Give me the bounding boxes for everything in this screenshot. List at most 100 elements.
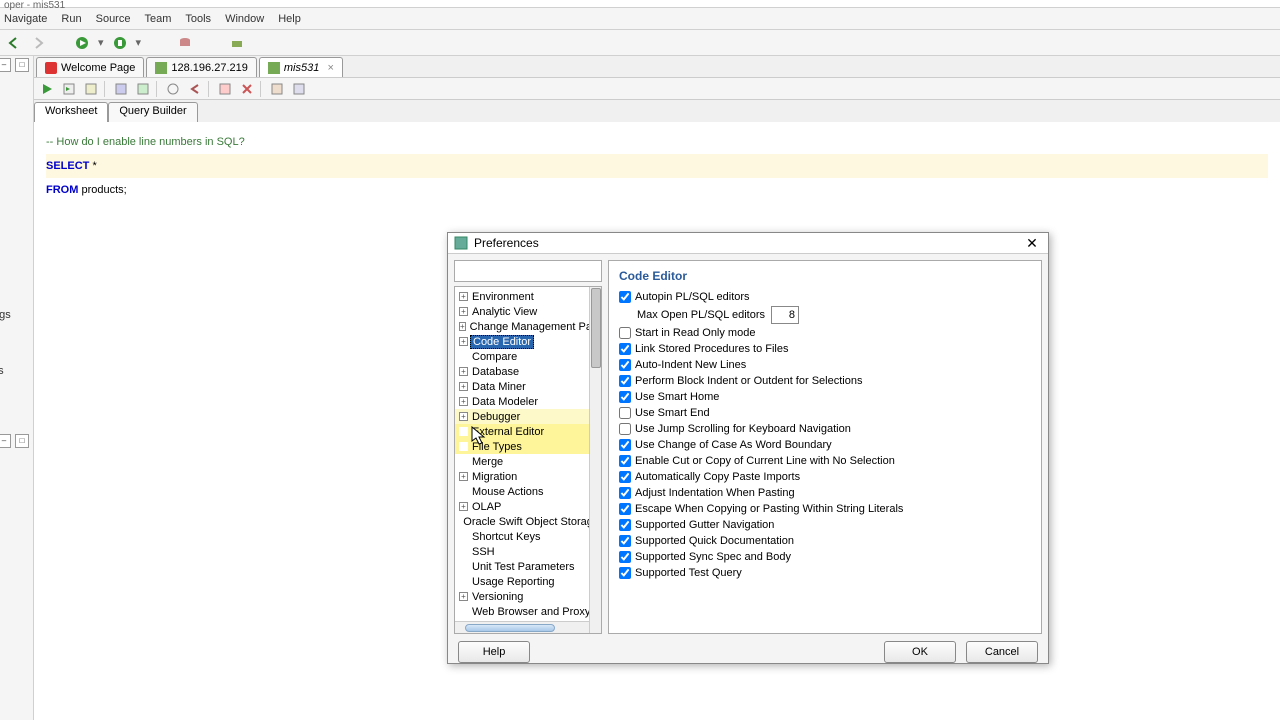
help-button[interactable]: Help — [458, 641, 530, 663]
tree-item-label: File Types — [470, 441, 524, 453]
tree-expand-icon[interactable]: + — [459, 472, 468, 481]
opt-label: Use Change of Case As Word Boundary — [635, 439, 832, 451]
tree-expand-icon — [459, 442, 468, 451]
dialog-buttons: Help OK Cancel — [448, 640, 1048, 663]
cancel-button[interactable]: Cancel — [966, 641, 1038, 663]
prefs-tree-item[interactable]: +Analytic View — [455, 304, 601, 319]
tree-expand-icon — [459, 427, 468, 436]
opt-changecase[interactable] — [619, 439, 631, 451]
prefs-tree-item[interactable]: Merge — [455, 454, 601, 469]
tree-item-label: Database — [470, 366, 521, 378]
prefs-search[interactable] — [454, 260, 602, 282]
tree-item-label: Code Editor — [470, 335, 534, 349]
dialog-titlebar: Preferences ✕ — [448, 233, 1048, 254]
prefs-tree-item[interactable]: External Editor — [455, 424, 601, 439]
opt-label: Use Smart End — [635, 407, 710, 419]
tree-expand-icon[interactable]: + — [459, 502, 468, 511]
opt-quickdoc[interactable] — [619, 535, 631, 547]
tree-expand-icon — [459, 607, 468, 616]
opt-adjustindent[interactable] — [619, 487, 631, 499]
tree-expand-icon[interactable]: + — [459, 367, 468, 376]
dialog-title: Preferences — [474, 236, 1016, 250]
tree-item-label: OLAP — [470, 501, 503, 513]
opt-smarthome[interactable] — [619, 391, 631, 403]
tree-expand-icon — [459, 562, 468, 571]
tree-expand-icon — [459, 547, 468, 556]
dialog-overlay: Preferences ✕ +Environment+Analytic View… — [0, 0, 1280, 720]
prefs-tree-item[interactable]: Web Browser and Proxy — [455, 604, 601, 619]
opt-maxopen-input[interactable] — [771, 306, 799, 324]
tree-expand-icon[interactable]: + — [459, 337, 468, 346]
opt-testquery[interactable] — [619, 567, 631, 579]
prefs-tree-item[interactable]: +Code Editor — [455, 334, 601, 349]
prefs-search-input[interactable] — [459, 265, 601, 277]
prefs-tree: +Environment+Analytic View+Change Manage… — [454, 286, 602, 634]
prefs-icon — [454, 236, 468, 250]
opt-label: Start in Read Only mode — [635, 327, 755, 339]
tree-item-label: External Editor — [470, 426, 546, 438]
tree-expand-icon[interactable]: + — [459, 412, 468, 421]
close-icon[interactable]: ✕ — [1022, 233, 1042, 253]
vertical-scrollbar[interactable] — [589, 287, 601, 633]
prefs-tree-item[interactable]: +Data Modeler — [455, 394, 601, 409]
opt-readonly[interactable] — [619, 327, 631, 339]
tree-expand-icon[interactable]: + — [459, 382, 468, 391]
opt-smartend[interactable] — [619, 407, 631, 419]
tree-expand-icon[interactable]: + — [459, 397, 468, 406]
prefs-tree-item[interactable]: +Versioning — [455, 589, 601, 604]
tree-expand-icon — [459, 352, 468, 361]
prefs-tree-item[interactable]: Mouse Actions — [455, 484, 601, 499]
tree-expand-icon[interactable]: + — [459, 307, 468, 316]
tree-item-label: Analytic View — [470, 306, 539, 318]
tree-item-label: Merge — [470, 456, 505, 468]
prefs-tree-item[interactable]: +Change Management Parameters — [455, 319, 601, 334]
tree-item-label: Data Modeler — [470, 396, 540, 408]
opt-label: Escape When Copying or Pasting Within St… — [635, 503, 903, 515]
prefs-tree-item[interactable]: SSH — [455, 544, 601, 559]
prefs-tree-item[interactable]: +Debugger — [455, 409, 601, 424]
prefs-tree-item[interactable]: Usage Reporting — [455, 574, 601, 589]
opt-label: Adjust Indentation When Pasting — [635, 487, 795, 499]
prefs-tree-item[interactable]: Oracle Swift Object Storage — [455, 514, 601, 529]
prefs-tree-item[interactable]: Compare — [455, 349, 601, 364]
opt-syncspec[interactable] — [619, 551, 631, 563]
opt-jumpscroll[interactable] — [619, 423, 631, 435]
opt-escape[interactable] — [619, 503, 631, 515]
tree-item-label: Debugger — [470, 411, 522, 423]
tree-item-label: SSH — [470, 546, 497, 558]
prefs-tree-item[interactable]: +Migration — [455, 469, 601, 484]
tree-item-label: Change Management Parameters — [468, 321, 602, 333]
tree-item-label: Migration — [470, 471, 519, 483]
prefs-tree-item[interactable]: Unit Test Parameters — [455, 559, 601, 574]
ok-button[interactable]: OK — [884, 641, 956, 663]
opt-linkstored[interactable] — [619, 343, 631, 355]
opt-label: Supported Sync Spec and Body — [635, 551, 791, 563]
opt-autoindent[interactable] — [619, 359, 631, 371]
prefs-tree-item[interactable]: Shortcut Keys — [455, 529, 601, 544]
preferences-dialog: Preferences ✕ +Environment+Analytic View… — [447, 232, 1049, 664]
opt-label: Automatically Copy Paste Imports — [635, 471, 800, 483]
prefs-heading: Code Editor — [619, 269, 1031, 283]
prefs-tree-item[interactable]: +OLAP — [455, 499, 601, 514]
opt-autopin[interactable] — [619, 291, 631, 303]
opt-label: Link Stored Procedures to Files — [635, 343, 788, 355]
opt-copypaste[interactable] — [619, 471, 631, 483]
prefs-tree-item[interactable]: +Database — [455, 364, 601, 379]
horizontal-scrollbar[interactable] — [455, 621, 589, 633]
prefs-tree-item[interactable]: +Environment — [455, 289, 601, 304]
opt-blockindent[interactable] — [619, 375, 631, 387]
opt-label: Use Jump Scrolling for Keyboard Navigati… — [635, 423, 851, 435]
tree-expand-icon[interactable]: + — [459, 322, 466, 331]
prefs-tree-item[interactable]: +Data Miner — [455, 379, 601, 394]
opt-label: Supported Quick Documentation — [635, 535, 794, 547]
tree-item-label: Environment — [470, 291, 536, 303]
tree-expand-icon[interactable]: + — [459, 292, 468, 301]
opt-cutcopy[interactable] — [619, 455, 631, 467]
opt-label: Supported Gutter Navigation — [635, 519, 774, 531]
opt-label: Supported Test Query — [635, 567, 742, 579]
tree-expand-icon[interactable]: + — [459, 592, 468, 601]
opt-gutter[interactable] — [619, 519, 631, 531]
opt-label: Perform Block Indent or Outdent for Sele… — [635, 375, 862, 387]
tree-item-label: Data Miner — [470, 381, 528, 393]
prefs-tree-item[interactable]: File Types — [455, 439, 601, 454]
